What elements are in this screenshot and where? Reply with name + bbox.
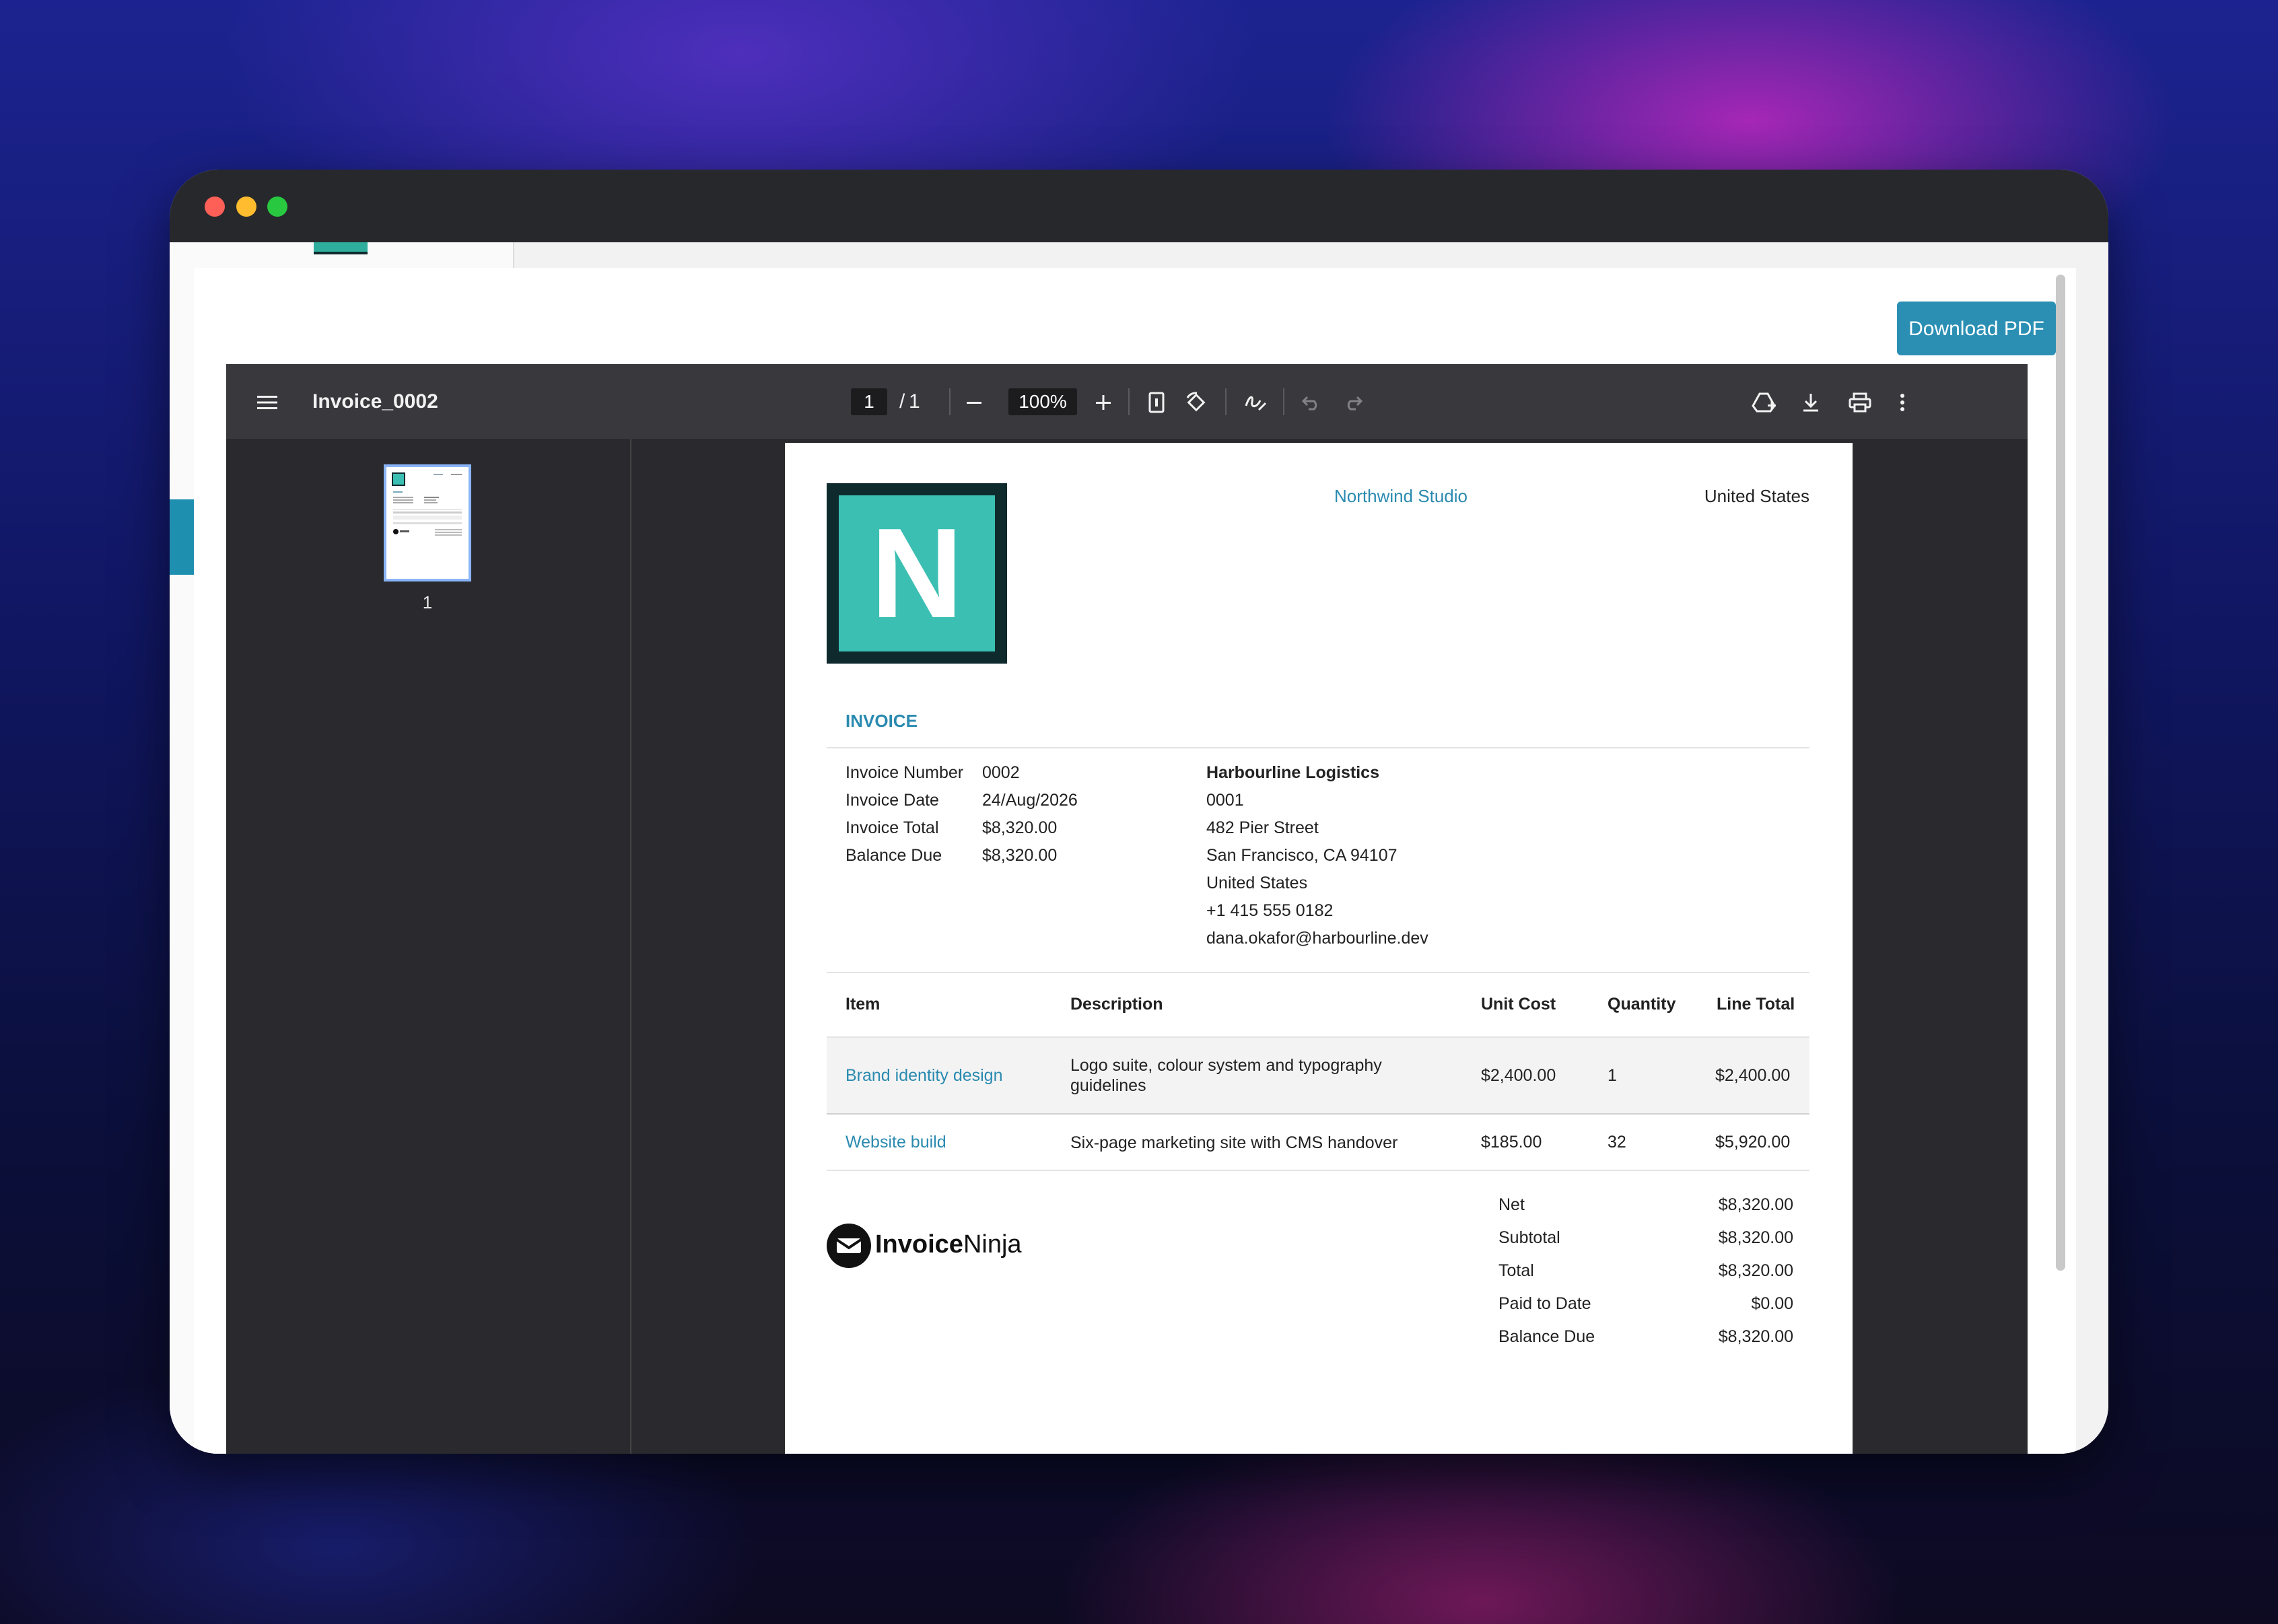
window-minimize-control[interactable] xyxy=(236,197,256,217)
company-country: United States xyxy=(1704,486,1809,506)
more-options-icon[interactable] xyxy=(1900,364,1905,439)
page-number-input[interactable]: 1 xyxy=(851,388,887,415)
pdf-preview-modal: Download PDF ✕ Invoice_0002 1 / 1 100% xyxy=(194,268,2076,1454)
page-area: N Northwind Studio United States INVOICE… xyxy=(631,439,2028,1454)
document-title: Invoice_0002 xyxy=(312,390,438,413)
pdf-viewer: Invoice_0002 1 / 1 100% 1 N Northwind St… xyxy=(226,364,2028,1454)
detail-label: Invoice Total xyxy=(845,818,939,837)
column-header-description: Description xyxy=(1070,995,1163,1014)
total-label: Total xyxy=(1498,1261,1534,1280)
zoom-level[interactable]: 100% xyxy=(1008,388,1077,415)
detail-value: $8,320.00 xyxy=(982,846,1058,865)
item-unit-cost: $185.00 xyxy=(1481,1133,1542,1152)
company-logo: N xyxy=(827,483,1007,664)
toolbar-divider xyxy=(949,388,951,415)
download-pdf-button[interactable]: Download PDF xyxy=(1897,302,2056,355)
invoice-heading: INVOICE xyxy=(845,711,918,731)
menu-icon[interactable] xyxy=(257,364,277,439)
item-quantity: 32 xyxy=(1608,1133,1626,1152)
modal-scrollbar[interactable] xyxy=(2056,275,2065,1271)
window-maximize-control[interactable] xyxy=(267,197,287,217)
print-icon[interactable] xyxy=(1849,364,1871,439)
fit-page-icon[interactable] xyxy=(1148,364,1165,439)
column-header-unit-cost: Unit Cost xyxy=(1481,995,1556,1014)
client-number: 0001 xyxy=(1206,791,1244,810)
detail-value: 24/Aug/2026 xyxy=(982,791,1078,810)
detail-label: Invoice Date xyxy=(845,791,939,810)
column-header-quantity: Quantity xyxy=(1608,995,1676,1014)
ninja-logo-icon xyxy=(827,1224,871,1268)
item-description: Six-page marketing site with CMS handove… xyxy=(1070,1133,1398,1152)
thumbnail-page-number: 1 xyxy=(422,592,433,612)
zoom-in-icon[interactable] xyxy=(1095,364,1112,439)
background-logo xyxy=(314,242,368,254)
total-value: $8,320.00 xyxy=(1718,1261,1793,1280)
ninja-wordmark-bold: Invoice xyxy=(875,1230,963,1259)
item-line-total: $5,920.00 xyxy=(1715,1133,1791,1152)
divider xyxy=(827,1170,1809,1171)
page-count: 1 xyxy=(909,390,920,413)
detail-value: $8,320.00 xyxy=(982,818,1058,837)
divider xyxy=(827,972,1809,973)
pdf-toolbar: Invoice_0002 1 / 1 100% xyxy=(226,364,2028,439)
logo-letter: N xyxy=(839,495,995,651)
item-quantity: 1 xyxy=(1608,1066,1617,1085)
column-header-line-total: Line Total xyxy=(1717,995,1795,1014)
rotate-icon[interactable] xyxy=(1185,364,1208,439)
draw-icon[interactable] xyxy=(1244,364,1267,439)
item-unit-cost: $2,400.00 xyxy=(1481,1066,1556,1085)
ninja-wordmark: InvoiceNinja xyxy=(875,1230,1022,1259)
undo-icon[interactable] xyxy=(1301,364,1321,439)
total-value: $8,320.00 xyxy=(1718,1327,1793,1346)
total-value: $0.00 xyxy=(1751,1294,1793,1313)
page-thumbnail[interactable] xyxy=(384,464,471,581)
total-label: Subtotal xyxy=(1498,1228,1560,1247)
window-close-control[interactable] xyxy=(205,197,225,217)
total-label: Paid to Date xyxy=(1498,1294,1591,1313)
thumbnail-sidebar: 1 xyxy=(226,439,631,1454)
app-window: Download PDF ✕ Invoice_0002 1 / 1 100% xyxy=(170,170,2108,1454)
client-city: San Francisco, CA 94107 xyxy=(1206,846,1397,865)
client-phone: +1 415 555 0182 xyxy=(1206,901,1334,920)
save-to-drive-icon[interactable] xyxy=(1752,364,1777,439)
client-name: Harbourline Logistics xyxy=(1206,763,1379,782)
detail-value: 0002 xyxy=(982,763,1020,782)
divider xyxy=(827,747,1809,748)
detail-label: Invoice Number xyxy=(845,763,964,782)
total-label: Balance Due xyxy=(1498,1327,1595,1346)
total-value: $8,320.00 xyxy=(1718,1228,1793,1247)
total-value: $8,320.00 xyxy=(1718,1195,1793,1214)
page-separator: / xyxy=(899,390,905,413)
divider xyxy=(827,1113,1809,1115)
client-email: dana.okafor@harbourline.dev xyxy=(1206,929,1428,948)
toolbar-divider xyxy=(1283,388,1284,415)
detail-label: Balance Due xyxy=(845,846,942,865)
window-titlebar xyxy=(170,170,2108,242)
company-name: Northwind Studio xyxy=(1334,486,1468,506)
item-description: Logo suite, colour system and typography… xyxy=(1070,1056,1382,1095)
zoom-out-icon[interactable] xyxy=(965,364,983,439)
column-header-item: Item xyxy=(845,995,881,1014)
total-label: Net xyxy=(1498,1195,1525,1214)
item-name[interactable]: Brand identity design xyxy=(845,1066,1002,1086)
client-street: 482 Pier Street xyxy=(1206,818,1319,837)
download-icon[interactable] xyxy=(1801,364,1820,439)
item-name[interactable]: Website build xyxy=(845,1133,946,1152)
toolbar-divider xyxy=(1128,388,1130,415)
redo-icon[interactable] xyxy=(1344,364,1363,439)
invoice-page: N Northwind Studio United States INVOICE… xyxy=(785,443,1853,1454)
toolbar-divider xyxy=(1225,388,1227,415)
client-country: United States xyxy=(1206,874,1308,892)
ninja-wordmark-light: Ninja xyxy=(963,1230,1022,1259)
background-active-item xyxy=(170,499,197,575)
item-line-total: $2,400.00 xyxy=(1715,1066,1791,1085)
